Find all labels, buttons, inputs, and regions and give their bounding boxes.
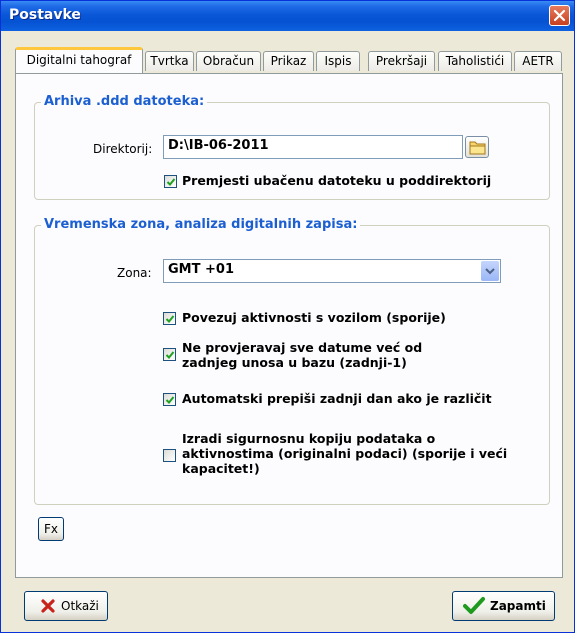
- skip-date-check-checkbox[interactable]: [163, 348, 176, 361]
- directory-label: Direktorij:: [93, 142, 153, 156]
- archive-group-title: Arhiva .ddd datoteka:: [41, 94, 208, 109]
- close-icon: [553, 9, 566, 22]
- move-file-checkbox[interactable]: [164, 175, 177, 188]
- tab-taholistici[interactable]: Taholistići: [438, 51, 512, 71]
- tab-label: Tvrtka: [150, 54, 189, 68]
- zone-label: Zona:: [117, 266, 152, 280]
- tab-label: Prekršaji: [375, 54, 428, 68]
- link-vehicle-label: Povezuj aktivnosti s vozilom (sporije): [182, 310, 446, 325]
- directory-input[interactable]: D:\IB-06-2011: [163, 135, 463, 159]
- tab-prikaz[interactable]: Prikaz: [263, 51, 314, 71]
- auto-overwrite-checkbox[interactable]: [163, 393, 176, 406]
- backup-checkbox[interactable]: [163, 449, 176, 462]
- tab-label: Ispis: [324, 54, 352, 68]
- zone-select[interactable]: GMT +01: [163, 259, 501, 283]
- backup-label: Izradi sigurnosnu kopiju podataka o aktiv…: [182, 431, 507, 476]
- save-button-label: Zapamti: [490, 599, 546, 613]
- label-line: aktivnostima (originalni podaci) (sporij…: [182, 446, 508, 461]
- chevron-down-icon: [485, 268, 495, 275]
- browse-folder-button[interactable]: [465, 136, 489, 158]
- tab-label: AETR: [522, 54, 554, 68]
- title-bar[interactable]: Postavke: [1, 1, 574, 31]
- directory-value: D:\IB-06-2011: [168, 138, 269, 153]
- auto-overwrite-label: Automatski prepiši zadnji dan ako je raz…: [182, 391, 492, 406]
- cancel-x-icon: [41, 599, 55, 613]
- dropdown-button[interactable]: [481, 261, 499, 281]
- timezone-group-title: Vremenska zona, analiza digitalnih zapis…: [41, 217, 361, 232]
- zone-value: GMT +01: [168, 262, 234, 277]
- label-line: zadnjeg unosa u bazu (zadnji-1): [182, 355, 407, 370]
- tab-label: Obračun: [202, 54, 255, 68]
- link-vehicle-checkbox[interactable]: [163, 312, 176, 325]
- tab-obracun[interactable]: Obračun: [196, 51, 261, 71]
- label-line: Ne provjeravaj sve datume već od: [182, 340, 423, 355]
- tab-digitalni-tahograf[interactable]: Digitalni tahograf: [15, 47, 143, 73]
- cancel-button-label: Otkaži: [61, 599, 99, 613]
- tab-tvrtka[interactable]: Tvrtka: [145, 51, 194, 71]
- tab-ispis[interactable]: Ispis: [316, 51, 360, 71]
- fx-button[interactable]: Fx: [38, 517, 64, 541]
- fx-button-label: Fx: [44, 522, 59, 536]
- tab-aetr[interactable]: AETR: [514, 51, 562, 71]
- move-file-label: Premjesti ubačenu datoteku u poddirektor…: [182, 173, 492, 188]
- skip-date-check-label: Ne provjeravaj sve datume već od zadnjeg …: [182, 340, 422, 370]
- tab-label: Prikaz: [270, 54, 307, 68]
- settings-dialog: Postavke Digitalni tahograf Tvrtka Obrač…: [0, 0, 575, 633]
- folder-icon: [469, 141, 486, 155]
- tab-panel: Arhiva .ddd datoteka: Direktorij: D:\IB-…: [15, 73, 563, 578]
- label-line: Izradi sigurnosnu kopiju podataka o: [182, 431, 436, 446]
- close-button[interactable]: [549, 5, 570, 26]
- checkmark-icon: [165, 396, 175, 404]
- archive-group: Arhiva .ddd datoteka: Direktorij: D:\IB-…: [34, 94, 550, 200]
- tab-label: Digitalni tahograf: [26, 53, 132, 67]
- checkmark-icon: [166, 178, 176, 186]
- cancel-button[interactable]: Otkaži: [24, 591, 108, 621]
- save-button[interactable]: Zapamti: [452, 591, 555, 621]
- checkmark-icon: [165, 315, 175, 323]
- timezone-group: Vremenska zona, analiza digitalnih zapis…: [34, 217, 550, 505]
- checkmark-icon: [463, 597, 485, 614]
- checkmark-icon: [165, 351, 175, 359]
- label-line: kapacitet!): [182, 461, 260, 476]
- window-title: Postavke: [9, 7, 81, 23]
- tab-label: Taholistići: [445, 54, 505, 68]
- tab-prekrsaji[interactable]: Prekršaji: [368, 51, 435, 71]
